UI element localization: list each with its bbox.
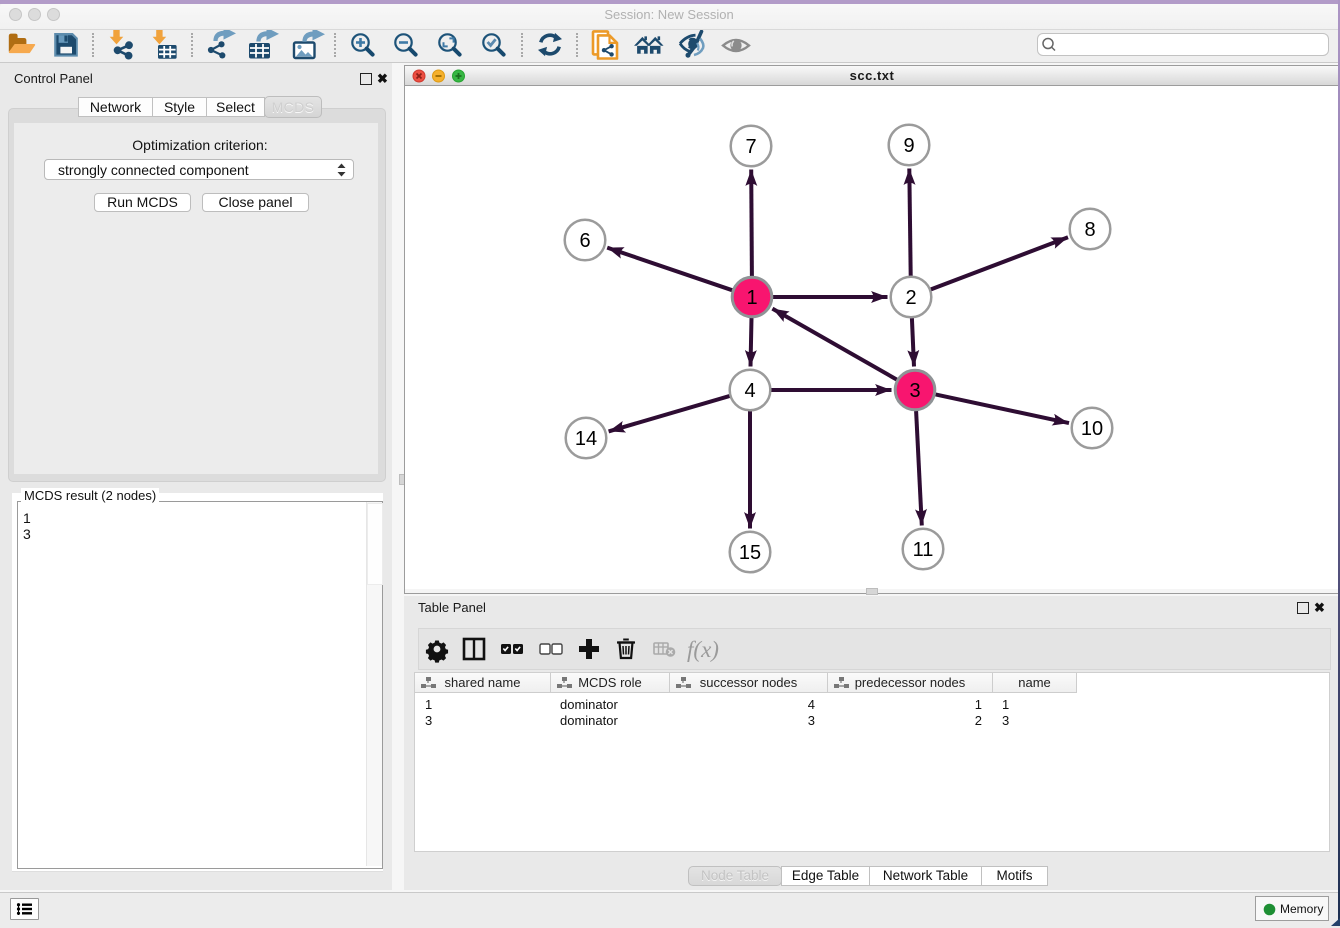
svg-text:2: 2 <box>905 287 916 309</box>
svg-text:f(x): f(x) <box>687 637 719 662</box>
svg-text:10: 10 <box>1081 418 1103 440</box>
svg-text:15: 15 <box>739 542 761 564</box>
svg-text:1: 1 <box>746 287 757 309</box>
svg-text:6: 6 <box>579 230 590 252</box>
svg-text:3: 3 <box>909 380 920 402</box>
svg-text:7: 7 <box>745 136 756 158</box>
svg-text:11: 11 <box>913 539 934 561</box>
svg-text:9: 9 <box>903 135 914 157</box>
svg-text:14: 14 <box>575 428 597 450</box>
svg-text:4: 4 <box>744 380 755 402</box>
svg-text:8: 8 <box>1084 219 1095 241</box>
